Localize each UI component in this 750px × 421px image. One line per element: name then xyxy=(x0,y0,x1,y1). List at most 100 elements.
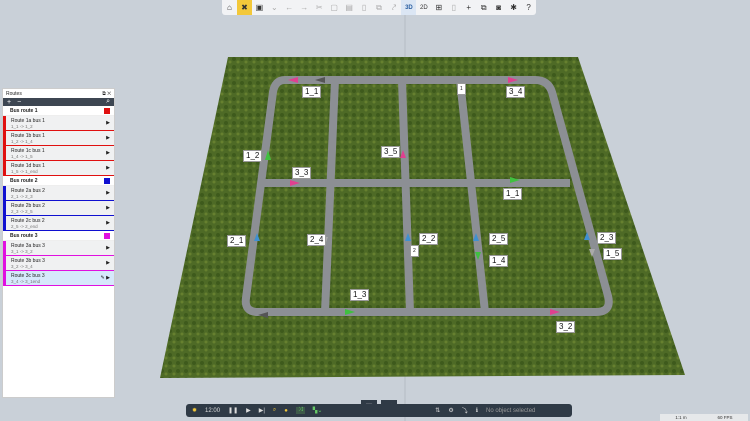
tools-icon[interactable]: ✖ xyxy=(236,0,252,15)
route-path: 2_1 -> 2_3 xyxy=(11,193,33,199)
step-icon[interactable]: ▶| xyxy=(259,407,265,414)
stop-label[interactable]: 2_1 xyxy=(227,235,247,247)
stop-label[interactable]: 3_5 xyxy=(381,146,401,158)
stop-label[interactable]: 3_4 xyxy=(506,86,526,98)
color-swatch[interactable] xyxy=(104,177,110,184)
redo-icon[interactable]: → xyxy=(297,0,312,15)
play-icon[interactable]: ▶ xyxy=(106,205,110,211)
route-path: 1_1 -> 1_2 xyxy=(11,123,33,129)
paste-icon[interactable]: ▤ xyxy=(342,0,357,15)
group-name: Bus route 2 xyxy=(10,177,38,184)
play-icon[interactable]: ▶ xyxy=(106,275,110,281)
help-button[interactable]: ? xyxy=(521,0,536,15)
route-group[interactable]: Bus route 2 xyxy=(3,176,114,186)
view-3d-button[interactable]: 3D xyxy=(401,0,417,15)
layers-icon[interactable]: ● xyxy=(284,408,288,414)
stop-label[interactable]: 1_1 xyxy=(503,188,523,200)
play-icon[interactable]: ▶ xyxy=(106,245,110,251)
person-icon[interactable]: ⤵ xyxy=(462,406,468,415)
grass-ground xyxy=(160,57,685,378)
route-path: 1_5 -> 1_end xyxy=(11,168,38,174)
marker-icon[interactable]: ▯ xyxy=(446,0,461,15)
route-item[interactable]: Route 3b bus 3 3_2 -> 3_4 ▶ xyxy=(3,256,114,271)
dropdown-icon[interactable]: ⌄ xyxy=(267,0,282,15)
stop-label[interactable]: 3_3 xyxy=(292,167,312,179)
play-icon[interactable]: ▶ xyxy=(106,150,110,156)
search-icon[interactable]: ⌕ xyxy=(273,407,276,414)
camera-icon[interactable]: ◙ xyxy=(491,0,506,15)
stop-label[interactable]: 1_1 xyxy=(302,86,322,98)
scale-readout: 1:1 m xyxy=(675,415,687,420)
play-icon[interactable]: ▶ xyxy=(106,260,110,266)
stop-label[interactable]: 1 xyxy=(457,83,466,95)
route-group[interactable]: Bus route 1 xyxy=(3,106,114,116)
routes-panel: Routes ⧉ ✕ + − ⌕ Bus route 1 Route 1a bus 11… xyxy=(2,88,115,398)
remove-icon[interactable]: − xyxy=(17,99,21,106)
layers-icon[interactable]: ⧉ xyxy=(476,0,491,15)
route-path: 3_2 -> 3_4 xyxy=(11,263,33,269)
stop-label[interactable]: 1_5 xyxy=(603,248,623,260)
stop-label[interactable]: 2_4 xyxy=(307,234,327,246)
route-item[interactable]: Route 1d bus 1 1_5 -> 1_end ▶ xyxy=(3,161,114,176)
status-text: No object selected xyxy=(486,407,536,414)
duplicate-icon[interactable]: ⧉ xyxy=(372,0,387,15)
popout-icon[interactable]: ⧉ xyxy=(102,91,106,97)
play-icon[interactable]: ▶ xyxy=(106,120,110,126)
play-icon[interactable]: ▶ xyxy=(106,220,110,226)
color-swatch[interactable] xyxy=(104,232,110,239)
play-icon[interactable]: ▶ xyxy=(106,165,110,171)
time-display[interactable]: 12:00 xyxy=(205,408,220,414)
route-item[interactable]: Route 1b bus 1 1_2 -> 1_4 ▶ xyxy=(3,131,114,146)
save-icon[interactable]: ▣ xyxy=(252,0,267,15)
play-icon[interactable]: ▶ xyxy=(106,190,110,196)
route-path: 2_5 -> 2_end xyxy=(11,223,38,229)
route-item[interactable]: Route 3a bus 3 3_1 -> 3_2 ▶ xyxy=(3,241,114,256)
copy-icon[interactable]: ▢ xyxy=(327,0,342,15)
stop-label[interactable]: 1_2 xyxy=(243,150,263,162)
routes-icon[interactable]: ⤨ xyxy=(295,407,305,414)
search-icon[interactable]: ⌕ xyxy=(106,98,110,106)
grid-icon[interactable]: ⊞ xyxy=(431,0,446,15)
route-item[interactable]: Route 2b bus 2 2_3 -> 2_5 ▶ xyxy=(3,201,114,216)
add-icon[interactable]: + xyxy=(461,0,476,15)
route-name: Route 2c bus 2 xyxy=(11,217,45,224)
view-2d-button[interactable]: 2D xyxy=(416,0,431,15)
color-swatch[interactable] xyxy=(104,107,110,114)
stop-label[interactable]: 2 xyxy=(410,245,419,257)
route-item[interactable]: Route 1c bus 1 1_4 -> 1_5 ▶ xyxy=(3,146,114,161)
group-name: Bus route 3 xyxy=(10,232,38,239)
stop-label[interactable]: 2_2 xyxy=(419,233,439,245)
stop-label[interactable]: 1_4 xyxy=(489,255,509,267)
sliders-icon[interactable]: ⇅ xyxy=(435,407,440,414)
stop-label[interactable]: 1_3 xyxy=(350,289,370,301)
route-name: Route 1c bus 1 xyxy=(11,147,45,154)
stop-label[interactable]: 2_5 xyxy=(489,233,509,245)
route-item[interactable]: Route 2a bus 2 2_1 -> 2_3 ▶ xyxy=(3,186,114,201)
info-icon[interactable]: ℹ xyxy=(476,407,478,414)
status-bar: 1:1 m 60 FPS xyxy=(660,414,748,421)
link-icon[interactable]: ⤤ xyxy=(386,0,401,15)
stop-label[interactable]: 3_2 xyxy=(556,321,576,333)
route-item[interactable]: Route 2c bus 2 2_5 -> 2_end ▶ xyxy=(3,216,114,231)
delete-icon[interactable]: ▯ xyxy=(357,0,372,15)
close-icon[interactable]: ✕ xyxy=(107,91,111,97)
group-name: Bus route 1 xyxy=(10,107,38,114)
undo-icon[interactable]: ← xyxy=(282,0,297,15)
stop-label[interactable]: 2_3 xyxy=(597,232,617,244)
edit-icon[interactable]: ✎ xyxy=(101,275,105,281)
plugin-icon[interactable]: ✱ xyxy=(506,0,521,15)
route-item[interactable]: Route 3c bus 3 3_4 -> 3_1end ✎ ▶ xyxy=(3,271,114,286)
home-icon[interactable]: ⌂ xyxy=(222,0,237,15)
settings-icon[interactable]: ⚙ xyxy=(448,407,453,414)
vehicle-icon[interactable]: ▚⌄ xyxy=(313,407,323,414)
route-group[interactable]: Bus route 3 xyxy=(3,231,114,241)
cut-icon[interactable]: ✂ xyxy=(312,0,327,15)
play-icon[interactable]: ▶ xyxy=(246,407,251,414)
route-name: Route 2a bus 2 xyxy=(11,187,45,194)
bottom-bar: ✹ 12:00 ❚❚ ▶ ▶| ⌕ ● ⤨ ▚⌄ ⇅ ⚙ ⤵ ℹ No object… xyxy=(186,404,572,417)
add-icon[interactable]: + xyxy=(7,99,11,106)
sun-icon[interactable]: ✹ xyxy=(192,407,197,414)
pause-icon[interactable]: ❚❚ xyxy=(228,407,238,414)
route-item[interactable]: Route 1a bus 1 1_1 -> 1_2 ▶ xyxy=(3,116,114,131)
play-icon[interactable]: ▶ xyxy=(106,135,110,141)
